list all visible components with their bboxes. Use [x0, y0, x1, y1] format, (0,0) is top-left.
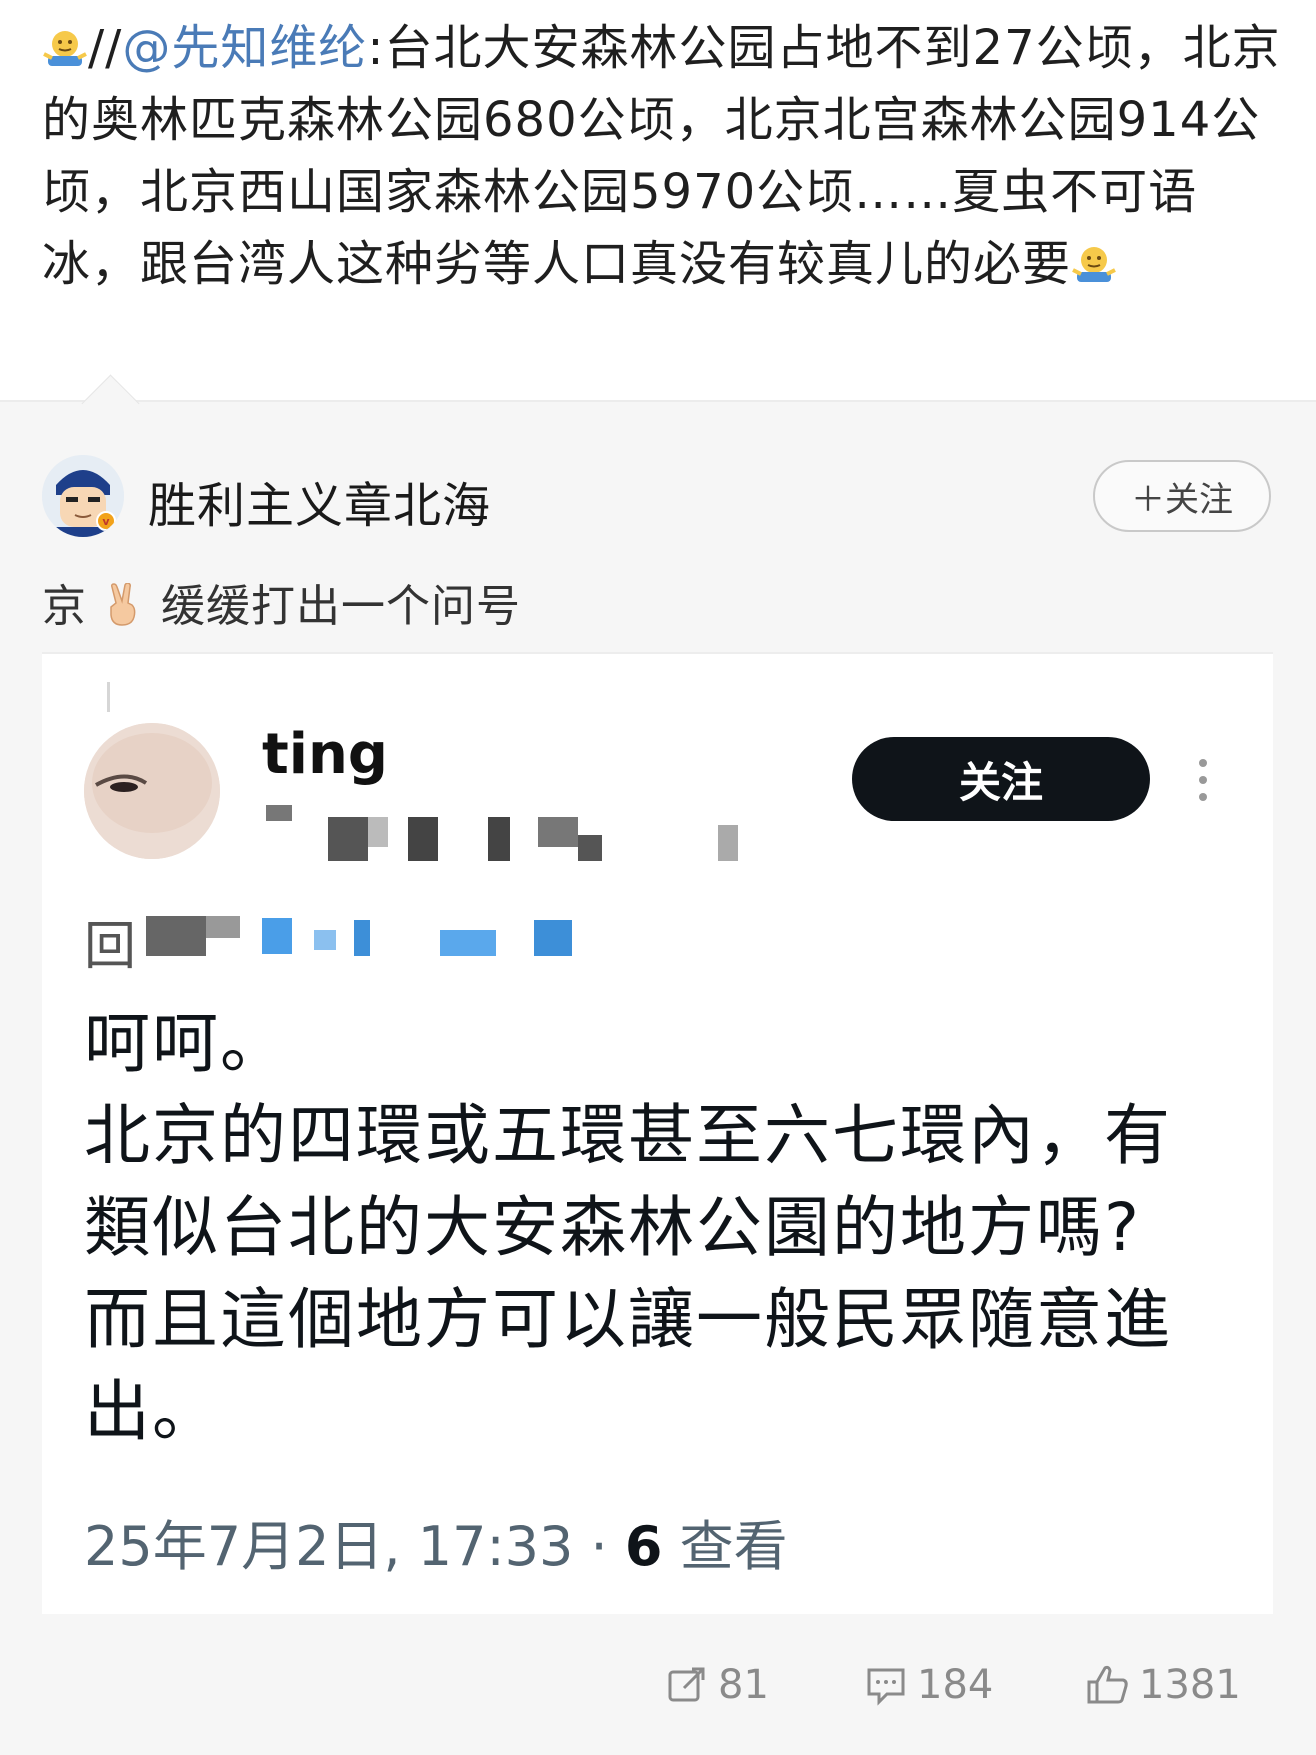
repost-body: 缓缓打出一个问号 [161, 581, 521, 632]
comment-icon [867, 1668, 905, 1706]
share-count: 81 [718, 1662, 769, 1708]
embedded-body: 呵呵。 北京的四環或五環甚至六七環內，有 類似台北的大安森林公園的地方嗎? 而且… [84, 998, 1244, 1458]
location-label: 京 [42, 581, 87, 632]
avatar[interactable]: v [42, 455, 124, 537]
body-line: 而且這個地方可以讓一般民眾隨意進 [84, 1281, 1172, 1358]
top-post-text: //@先知维纶:台北大安森林公园占地不到27公顷，北京的奥林匹克森林公园680公… [42, 12, 1282, 300]
shrug-emoji-icon [1072, 247, 1116, 282]
embedded-name: ting [262, 722, 388, 787]
views-label: 查看 [662, 1515, 788, 1578]
svg-text:v: v [102, 515, 110, 528]
embedded-follow-button: 关注 [852, 737, 1150, 821]
view-count: 6 [624, 1515, 663, 1578]
mention-link[interactable]: @先知维纶 [122, 20, 367, 76]
repost-text: 京 缓缓打出一个问号 [42, 570, 521, 634]
share-button[interactable]: 81 [666, 1660, 769, 1710]
embedded-meta: 25年7月2日, 17:33 · 6 查看 [84, 1502, 788, 1581]
victory-hand-icon [102, 582, 146, 627]
like-count: 1381 [1139, 1662, 1241, 1708]
like-button[interactable]: 1381 [1085, 1660, 1241, 1710]
cartoon-avatar-icon: v [42, 455, 124, 537]
body-line: 北京的四環或五環甚至六七環內，有 [84, 1097, 1172, 1174]
shrug-emoji-icon [43, 31, 87, 66]
body-line: 類似台北的大安森林公園的地方嗎? [84, 1189, 1142, 1266]
thread-line [107, 682, 110, 712]
follow-button[interactable]: ＋关注 [1093, 460, 1271, 532]
embedded-avatar [84, 723, 220, 859]
comment-count: 184 [917, 1662, 994, 1708]
body-line: 出。 [84, 1373, 220, 1450]
share-icon [668, 1667, 705, 1702]
thumbs-up-icon [1087, 1665, 1128, 1704]
repost-username[interactable]: 胜利主义章北海 [148, 466, 491, 536]
comment-button[interactable]: 184 [865, 1660, 993, 1710]
timestamp: 25年7月2日, 17:33 · [84, 1515, 625, 1578]
prefix: // [88, 20, 123, 76]
top-post: //@先知维纶:台北大安森林公园占地不到27公顷，北京的奥林匹克森林公园680公… [0, 0, 1316, 400]
blurred-reply-target [84, 900, 684, 970]
more-options-icon [1199, 759, 1207, 801]
face-photo-icon [84, 723, 220, 859]
body-line: 呵呵。 [84, 1005, 288, 1082]
blurred-handle [258, 805, 758, 861]
